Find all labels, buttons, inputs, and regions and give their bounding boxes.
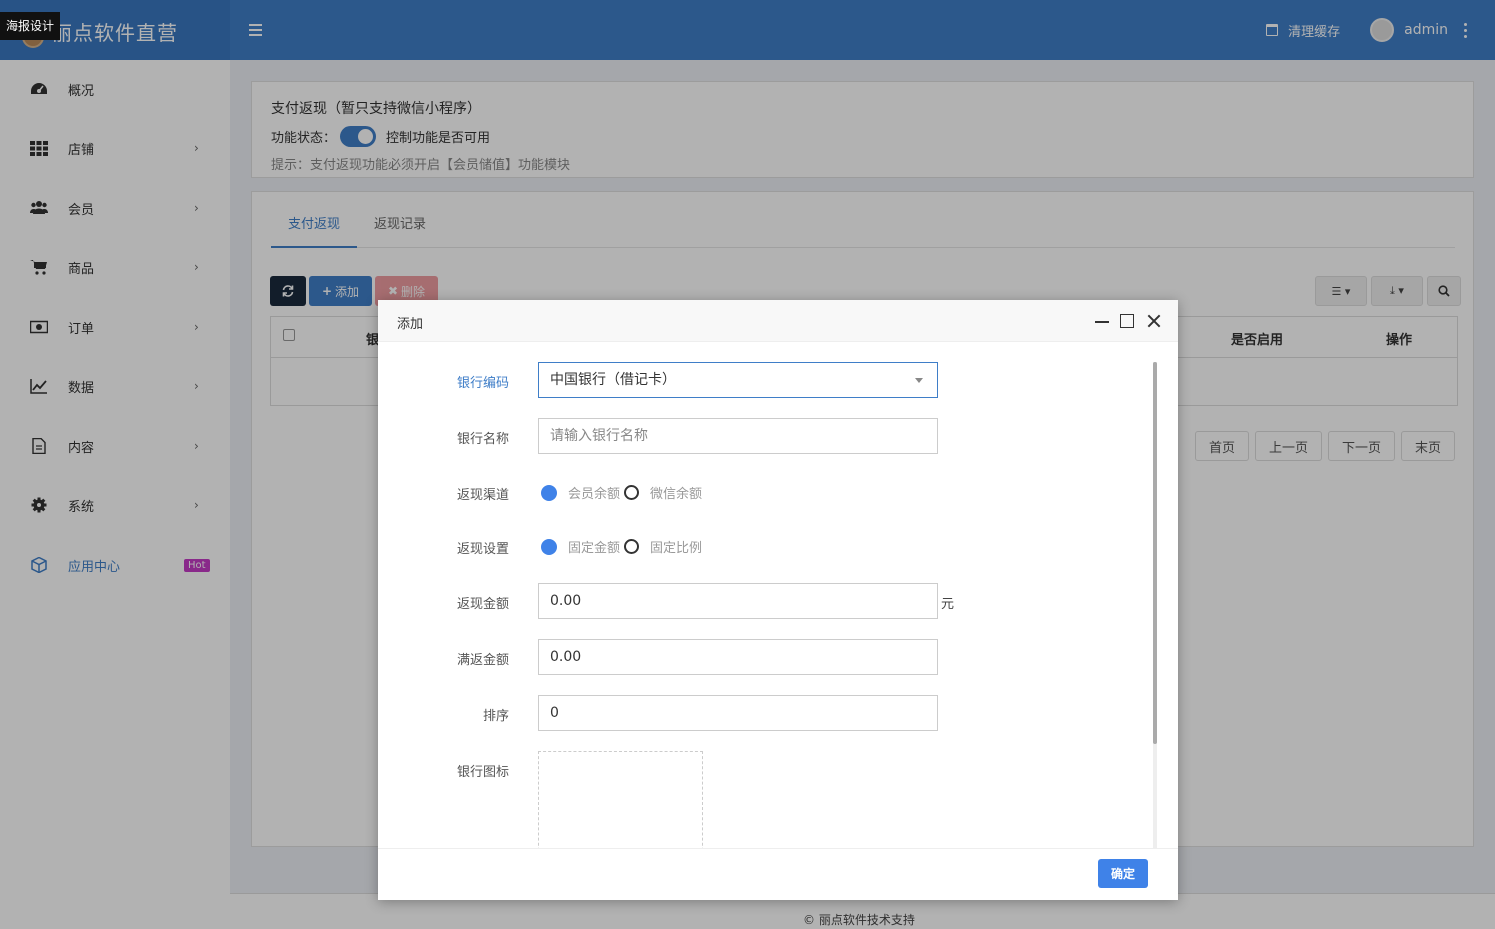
tooltip: 海报设计: [0, 12, 61, 40]
bank-code-select[interactable]: 中国银行（借记卡）: [538, 362, 938, 398]
radio-member-balance[interactable]: [541, 484, 557, 501]
sort-label: 排序: [482, 709, 509, 724]
radio-label: 微信余额: [650, 487, 703, 502]
dialog-scrollbar[interactable]: [1153, 362, 1157, 848]
radio-label: 固定金额: [568, 541, 621, 556]
caret-down-icon: [915, 378, 923, 383]
channel-label: 返现渠道: [456, 488, 509, 503]
dialog-header: 添加: [378, 300, 1178, 342]
bank-icon-label: 银行图标: [456, 765, 509, 780]
channel-radio-group: 会员余额 微信余额: [541, 483, 702, 502]
radio-label: 固定比例: [650, 541, 703, 556]
radio-label: 会员余额: [568, 487, 621, 502]
maximize-icon[interactable]: [1120, 314, 1134, 328]
sort-input[interactable]: [538, 695, 938, 731]
scrollbar-thumb[interactable]: [1153, 362, 1157, 744]
bank-name-input[interactable]: [538, 418, 938, 454]
amount-unit: 元: [941, 597, 955, 612]
threshold-input[interactable]: [538, 639, 938, 675]
dialog-body: 银行编码 中国银行（借记卡） 银行名称 返现渠道 会员余额 微信余额 返现设置 …: [378, 342, 1178, 848]
radio-wechat-balance[interactable]: [624, 485, 640, 500]
minimize-icon[interactable]: [1094, 313, 1110, 329]
confirm-button[interactable]: 确定: [1098, 859, 1148, 888]
amount-input[interactable]: [538, 583, 938, 619]
bank-name-label: 银行名称: [456, 432, 509, 447]
dialog-title: 添加: [397, 317, 424, 332]
threshold-label: 满返金额: [456, 653, 509, 668]
close-icon[interactable]: [1146, 313, 1162, 329]
bank-code-label: 银行编码: [456, 376, 509, 391]
dialog-footer: 确定: [378, 848, 1178, 900]
amount-label: 返现金额: [456, 597, 509, 612]
bank-icon-upload[interactable]: [538, 751, 703, 848]
add-dialog: 添加 银行编码 中国银行（借记卡） 银行名称 返现渠道 会员余额 微信余额 返现…: [378, 300, 1178, 900]
radio-fixed-amount[interactable]: [541, 538, 557, 555]
radio-fixed-ratio[interactable]: [624, 539, 640, 554]
setting-radio-group: 固定金额 固定比例: [541, 537, 702, 556]
setting-label: 返现设置: [456, 542, 509, 557]
